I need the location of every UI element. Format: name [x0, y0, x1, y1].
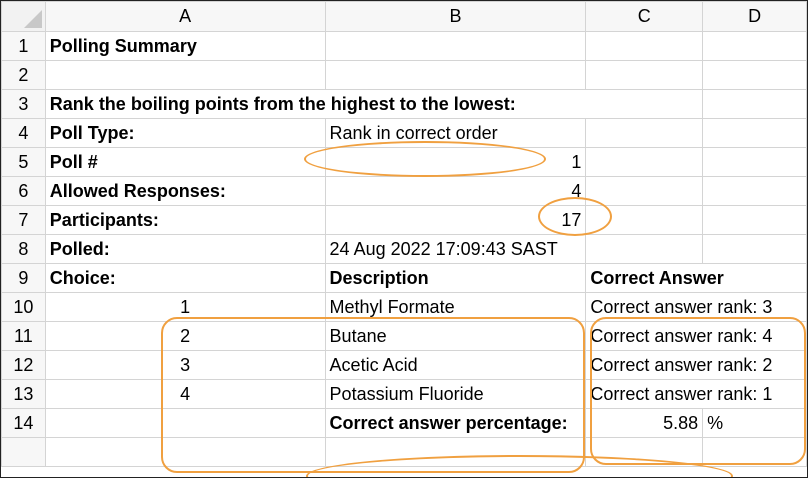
cell-c2[interactable] — [585, 60, 704, 90]
cell-a5-label[interactable]: Poll # — [44, 147, 326, 177]
cell-d3[interactable] — [702, 89, 807, 119]
cell-b14-percentage-label[interactable]: Correct answer percentage: — [324, 408, 587, 438]
row-header[interactable]: 13 — [1, 379, 46, 409]
row-header[interactable]: 9 — [1, 263, 46, 293]
cell-d2[interactable] — [702, 60, 807, 90]
column-header-d[interactable]: D — [702, 1, 807, 32]
row-header[interactable]: 12 — [1, 350, 46, 380]
cell-c5[interactable] — [585, 147, 704, 177]
cell-b6-allowed-responses[interactable]: 4 — [324, 176, 587, 206]
cell-description[interactable]: Butane — [324, 321, 587, 351]
cell-c1[interactable] — [585, 31, 704, 61]
cell-a1-title[interactable]: Polling Summary — [44, 31, 326, 61]
cell-c7[interactable] — [585, 205, 704, 235]
cell-b5-poll-number[interactable]: 1 — [324, 147, 587, 177]
column-header-a[interactable]: A — [44, 1, 326, 32]
row-header[interactable]: 7 — [1, 205, 46, 235]
cell-a14[interactable] — [44, 408, 326, 438]
cell-c6[interactable] — [585, 176, 704, 206]
column-header-b[interactable]: B — [324, 1, 587, 32]
row-header[interactable]: 4 — [1, 118, 46, 148]
cell-correct-answer[interactable]: Correct answer rank: 4 — [585, 321, 807, 351]
row-header[interactable]: 6 — [1, 176, 46, 206]
cell-c8[interactable] — [585, 234, 704, 264]
spreadsheet-grid: A B C D 1 Polling Summary 2 3 Rank the b… — [1, 1, 807, 467]
cell-description[interactable]: Potassium Fluoride — [324, 379, 587, 409]
cell-choice[interactable]: 1 — [44, 292, 326, 322]
cell-b2[interactable] — [324, 60, 587, 90]
cell-d14-percent-sign[interactable]: % — [702, 408, 807, 438]
cell-correct-answer[interactable]: Correct answer rank: 3 — [585, 292, 807, 322]
cell-choice[interactable]: 4 — [44, 379, 326, 409]
cell-d7[interactable] — [702, 205, 807, 235]
cell-c4[interactable] — [585, 118, 704, 148]
cell-d8[interactable] — [702, 234, 807, 264]
select-all-corner[interactable] — [1, 1, 46, 32]
cell-correct-answer[interactable]: Correct answer rank: 1 — [585, 379, 807, 409]
cell-a9-choice-header[interactable]: Choice: — [44, 263, 326, 293]
cell-a6-label[interactable]: Allowed Responses: — [44, 176, 326, 206]
cell-a7-label[interactable]: Participants: — [44, 205, 326, 235]
cell-correct-answer[interactable]: Correct answer rank: 2 — [585, 350, 807, 380]
cell-b9-description-header[interactable]: Description — [324, 263, 587, 293]
row-header[interactable]: 2 — [1, 60, 46, 90]
cell-d6[interactable] — [702, 176, 807, 206]
cell-a8-label[interactable]: Polled: — [44, 234, 326, 264]
column-header-c[interactable]: C — [585, 1, 704, 32]
cell-description[interactable]: Methyl Formate — [324, 292, 587, 322]
spreadsheet-window: A B C D 1 Polling Summary 2 3 Rank the b… — [0, 0, 808, 478]
select-all-triangle-icon — [23, 10, 42, 28]
row-header[interactable]: 8 — [1, 234, 46, 264]
cell-choice[interactable]: 3 — [44, 350, 326, 380]
cell-d4[interactable] — [702, 118, 807, 148]
row-header[interactable]: 11 — [1, 321, 46, 351]
cell-d5[interactable] — [702, 147, 807, 177]
row-header[interactable]: 10 — [1, 292, 46, 322]
row-header[interactable]: 1 — [1, 31, 46, 61]
cell-a2[interactable] — [44, 60, 326, 90]
cell-c14-percentage-value[interactable]: 5.88 — [585, 408, 704, 438]
cell-b7-participants[interactable]: 17 — [324, 205, 587, 235]
cell-c9-correct-answer-header[interactable]: Correct Answer — [585, 263, 807, 293]
cell-b4-poll-type[interactable]: Rank in correct order — [324, 118, 587, 148]
cell-choice[interactable]: 2 — [44, 321, 326, 351]
cell-d1[interactable] — [702, 31, 807, 61]
cell-a3-question[interactable]: Rank the boiling points from the highest… — [44, 89, 704, 119]
cell-b1[interactable] — [324, 31, 587, 61]
row-header[interactable] — [1, 437, 46, 467]
row-header[interactable]: 14 — [1, 408, 46, 438]
cell-b8-polled-date[interactable]: 24 Aug 2022 17:09:43 SAST — [324, 234, 587, 264]
cell-a4-label[interactable]: Poll Type: — [44, 118, 326, 148]
cell-description[interactable]: Acetic Acid — [324, 350, 587, 380]
row-header[interactable]: 3 — [1, 89, 46, 119]
row-header[interactable]: 5 — [1, 147, 46, 177]
